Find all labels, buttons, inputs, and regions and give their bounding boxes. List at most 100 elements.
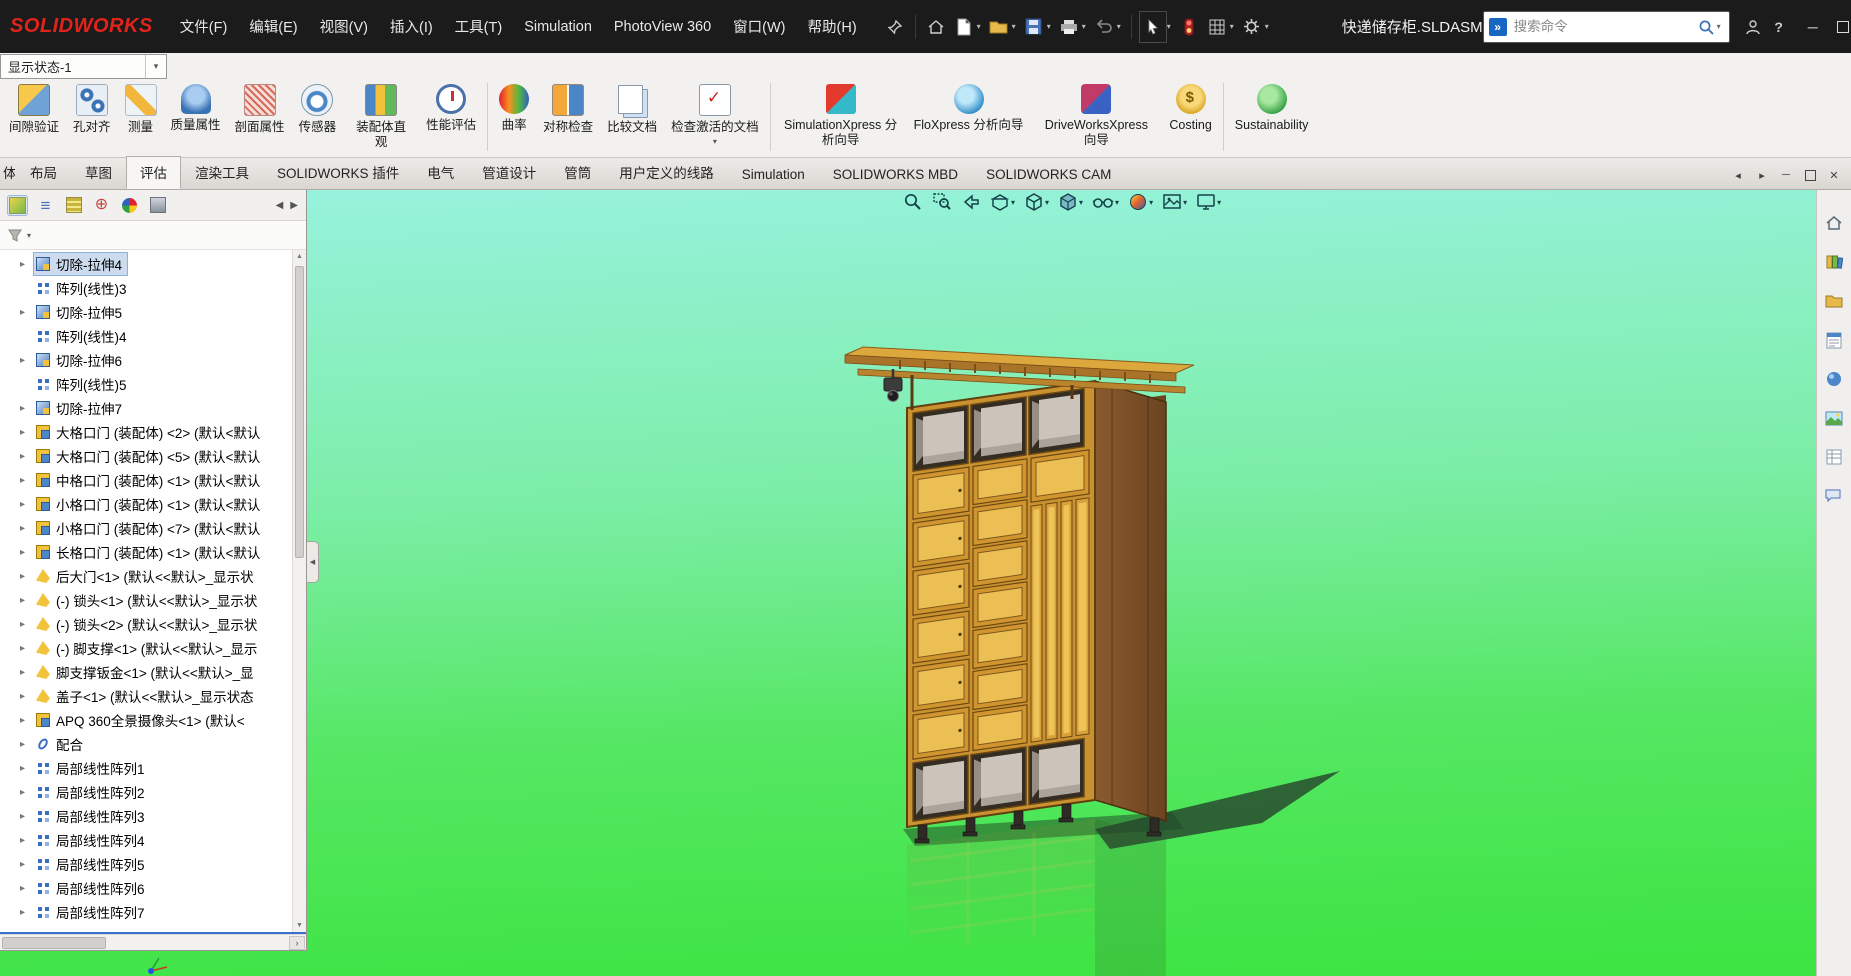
expander-icon[interactable]: ▸ <box>16 259 29 270</box>
scroll-down-icon[interactable]: ▼ <box>293 919 306 932</box>
expander-icon[interactable]: ▸ <box>16 883 29 894</box>
view-orientation-icon[interactable]: ▾ <box>1024 192 1049 212</box>
options-gear-button[interactable] <box>1239 12 1265 42</box>
menu-item-simulation[interactable]: Simulation <box>513 0 603 53</box>
tree-item[interactable]: ▸中格口门 (装配体) <1> (默认<默认 <box>0 468 306 492</box>
expander-icon[interactable]: ▸ <box>16 835 29 846</box>
hide-show-items-icon[interactable]: ▾ <box>1092 192 1119 212</box>
hole-alignment-button[interactable]: 孔对齐 <box>66 79 118 155</box>
tab-simulation[interactable]: Simulation <box>728 161 819 189</box>
measure-button[interactable]: 测量 <box>118 79 164 155</box>
panel-collapse-handle[interactable]: ◀ <box>307 541 319 583</box>
tree-item[interactable]: ▸局部线性阵列3 <box>0 804 306 828</box>
expander-icon[interactable]: ▸ <box>16 787 29 798</box>
tree-item[interactable]: ▸后大门<1> (默认<<默认>_显示状 <box>0 564 306 588</box>
file-explorer-icon[interactable] <box>1822 289 1846 313</box>
view-orientation-dropdown-icon[interactable]: ▾ <box>1045 198 1049 207</box>
menu-item-window[interactable]: 窗口(W) <box>722 0 796 53</box>
menu-item-photoview[interactable]: PhotoView 360 <box>603 0 722 53</box>
tree-item[interactable]: ▸大格口门 (装配体) <2> (默认<默认 <box>0 420 306 444</box>
new-document-dropdown-icon[interactable]: ▾ <box>977 22 981 31</box>
table-grid-dropdown-icon[interactable]: ▾ <box>1230 22 1234 31</box>
pin-menu-icon[interactable] <box>882 12 908 42</box>
property-manager-tab[interactable]: ≡ <box>36 196 55 215</box>
scenes-icon[interactable] <box>1822 406 1846 430</box>
tab-evaluate[interactable]: 评估 <box>126 156 181 189</box>
costing-button[interactable]: Costing <box>1162 79 1218 155</box>
expander-icon[interactable]: ▸ <box>16 595 29 606</box>
tree-item[interactable]: 阵列(线性)3 <box>0 276 306 300</box>
expander-icon[interactable]: ▸ <box>16 811 29 822</box>
edit-appearance-icon[interactable]: ▾ <box>1128 192 1153 212</box>
apply-scene-icon[interactable]: ▾ <box>1162 192 1187 212</box>
tree-item[interactable]: ▸局部线性阵列6 <box>0 876 306 900</box>
tree-item[interactable]: ▸切除-拉伸5 <box>0 300 306 324</box>
next-tab-icon[interactable]: ▸ <box>1751 165 1773 185</box>
tree-item[interactable]: ▸长格口门 (装配体) <1> (默认<默认 <box>0 540 306 564</box>
check-active-document-dropdown-icon[interactable]: ▾ <box>713 137 717 146</box>
open-dropdown-icon[interactable]: ▾ <box>1012 22 1016 31</box>
section-view-icon[interactable]: ▾ <box>990 192 1015 212</box>
panel-prev-icon[interactable]: ◀ <box>276 200 284 211</box>
section-properties-button[interactable]: 剖面属性 <box>228 79 292 155</box>
view-palette-icon[interactable] <box>1822 328 1846 352</box>
tree-item[interactable]: ▸局部线性阵列4 <box>0 828 306 852</box>
dimxpert-manager-tab[interactable]: ⊕ <box>92 196 111 215</box>
expander-icon[interactable]: ▸ <box>16 667 29 678</box>
assembly-visualization-button[interactable]: 装配体直观 <box>343 79 419 155</box>
vertical-scroll-thumb[interactable] <box>295 266 304 558</box>
display-state-dropdown-icon[interactable]: ▾ <box>145 55 166 78</box>
compare-documents-button[interactable]: 比较文档 <box>600 79 664 155</box>
expander-icon[interactable]: ▸ <box>16 907 29 918</box>
doc-minimize-button[interactable]: ─ <box>1775 165 1797 185</box>
apply-scene-dropdown-icon[interactable]: ▾ <box>1183 198 1187 207</box>
display-style-dropdown-icon[interactable]: ▾ <box>1079 198 1083 207</box>
tab-assembly-partial[interactable]: 体 <box>0 156 16 189</box>
expander-icon[interactable]: ▸ <box>16 859 29 870</box>
table-grid-button[interactable] <box>1204 12 1230 42</box>
expander-icon[interactable]: ▸ <box>16 451 29 462</box>
select-tool-dropdown-icon[interactable]: ▾ <box>1167 22 1171 31</box>
undo-button[interactable] <box>1091 12 1117 42</box>
save-dropdown-icon[interactable]: ▾ <box>1047 22 1051 31</box>
driveworksxpress-button[interactable]: DriveWorksXpress 向导 <box>1030 79 1162 155</box>
home-tab-icon[interactable] <box>1822 211 1846 235</box>
menu-item-edit[interactable]: 编辑(E) <box>238 0 308 53</box>
design-library-icon[interactable] <box>1822 250 1846 274</box>
tab-user-defined-routes[interactable]: 用户定义的线路 <box>605 156 728 189</box>
minimize-button[interactable]: ─ <box>1798 0 1828 53</box>
tab-layout[interactable]: 布局 <box>16 156 71 189</box>
help-icon[interactable]: ? <box>1766 12 1792 42</box>
display-style-icon[interactable]: ▾ <box>1058 192 1083 212</box>
simulationxpress-button[interactable]: SimulationXpress 分析向导 <box>775 79 907 155</box>
tab-tubing[interactable]: 管筒 <box>550 156 605 189</box>
search-icon[interactable] <box>1698 19 1714 35</box>
print-button[interactable] <box>1056 12 1082 42</box>
tab-solidworks-cam[interactable]: SOLIDWORKS CAM <box>972 161 1125 189</box>
tree-item[interactable]: ▸APQ 360全景摄像头<1> (默认< <box>0 708 306 732</box>
save-button[interactable] <box>1021 12 1047 42</box>
expander-icon[interactable]: ▸ <box>16 571 29 582</box>
forum-icon[interactable] <box>1822 484 1846 508</box>
view-settings-dropdown-icon[interactable]: ▾ <box>1217 198 1221 207</box>
expander-icon[interactable]: ▸ <box>16 355 29 366</box>
scroll-up-icon[interactable]: ▲ <box>293 250 306 263</box>
restore-button[interactable] <box>1828 0 1851 53</box>
expander-icon[interactable]: ▸ <box>16 691 29 702</box>
previous-view-icon[interactable] <box>961 192 981 212</box>
tree-item[interactable]: ▸局部线性阵列7 <box>0 900 306 924</box>
tree-item[interactable]: ▸盖子<1> (默认<<默认>_显示状态 <box>0 684 306 708</box>
menu-item-file[interactable]: 文件(F) <box>169 0 239 53</box>
view-settings-icon[interactable]: ▾ <box>1196 192 1221 212</box>
tree-item[interactable]: ▸切除-拉伸4 <box>0 252 306 276</box>
horizontal-scroll-thumb[interactable] <box>2 937 106 949</box>
mass-properties-button[interactable]: 质量属性 <box>164 79 228 155</box>
tab-sketch[interactable]: 草图 <box>71 156 126 189</box>
tree-item[interactable]: 阵列(线性)4 <box>0 324 306 348</box>
tree-item[interactable]: ▸大格口门 (装配体) <5> (默认<默认 <box>0 444 306 468</box>
tree-item[interactable]: ▸小格口门 (装配体) <1> (默认<默认 <box>0 492 306 516</box>
expander-icon[interactable]: ▸ <box>16 475 29 486</box>
tree-item[interactable]: ▸切除-拉伸7 <box>0 396 306 420</box>
filter-funnel-icon[interactable] <box>7 228 23 243</box>
open-button[interactable] <box>986 12 1012 42</box>
